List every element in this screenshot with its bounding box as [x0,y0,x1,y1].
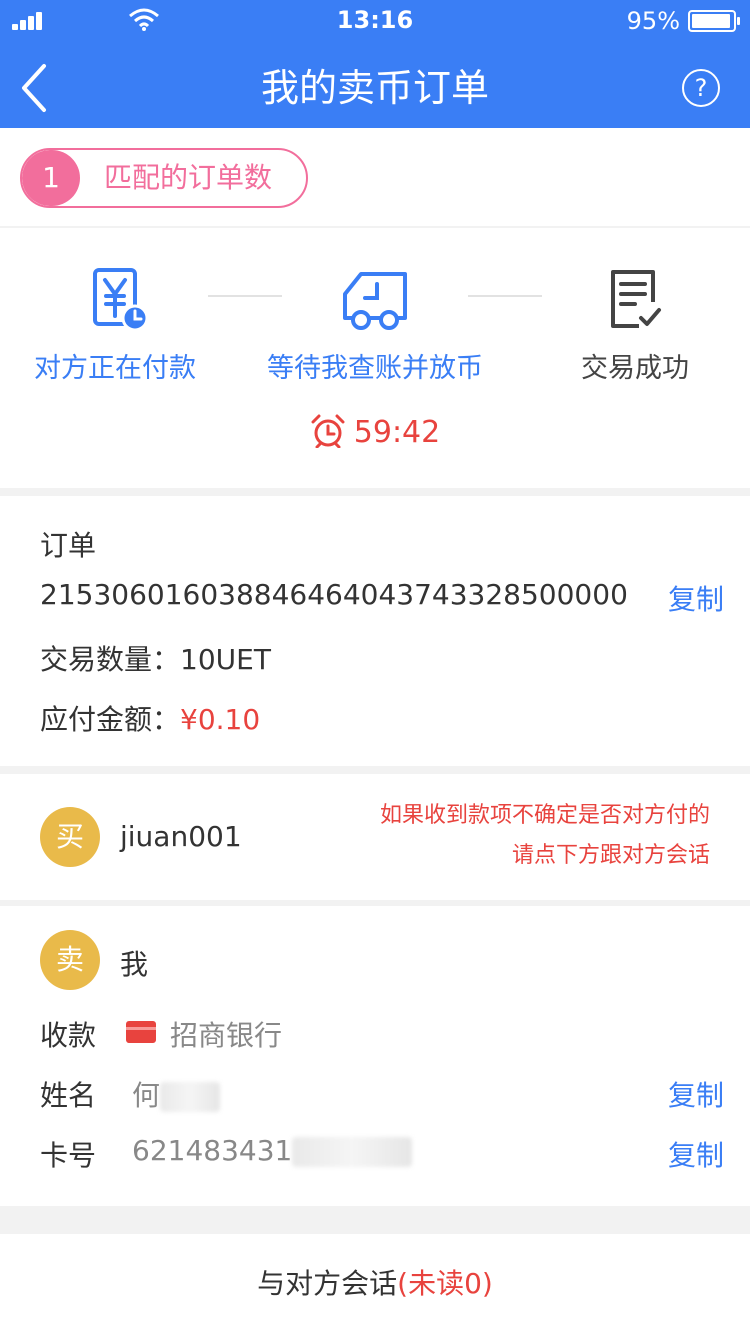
card-number: 621483431 [132,1134,413,1167]
payment-method-label: 收款 [40,1019,97,1052]
payable-amount: 应付金额：¥0.10 [40,698,260,738]
seller-avatar: 卖 [40,930,100,990]
payable-amount-label: 应付金额： [40,703,181,736]
matched-orders-pill[interactable]: 1 匹配的订单数 [20,148,308,208]
payable-amount-value: ¥0.10 [180,703,261,736]
seller-name: 我 [120,948,149,981]
document-check-icon [611,270,661,328]
order-info: 订单 215306016038846464043743328500000 复制 … [0,496,750,766]
notice-line: 请点下方跟对方会话 [511,843,710,868]
redacted-text [160,1082,221,1112]
unread-count: (未读0) [397,1267,493,1300]
countdown-timer: 59:42 [0,414,750,450]
buyer-section: 买 jiuan001 如果收到款项不确定是否对方付的 请点下方跟对方会话 [0,774,750,900]
bank-card-icon [126,1021,156,1043]
trade-quantity-label: 交易数量： [40,643,181,676]
chat-label: 与对方会话 [257,1267,398,1300]
copy-card-number-button[interactable]: 复制 [668,1134,724,1174]
redacted-text [292,1137,413,1167]
battery-level [692,14,730,28]
matched-orders-label: 匹配的订单数 [104,161,273,194]
status-bar: 13:16 95% [0,0,750,40]
trade-quantity: 交易数量：10UET [40,638,271,678]
copy-order-number-button[interactable]: 复制 [668,578,724,618]
step-label: 等待我查账并放币 [267,353,483,384]
alarm-clock-icon [311,414,345,449]
copy-name-button[interactable]: 复制 [668,1074,724,1114]
header: 13:16 95% 我的卖币订单 ? [0,0,750,128]
chat-with-counterparty-button[interactable]: 与对方会话(未读0) [0,1234,750,1334]
seller-section: 卖 我 收款 招商银行 姓名 何 复制 卡号 621483431 复制 [0,906,750,1206]
matched-orders-count: 1 [22,150,80,206]
page-title: 我的卖币订单 [260,66,489,110]
trade-quantity-value: 10UET [180,643,271,676]
buyer-name: jiuan001 [120,820,242,853]
account-name-value: 何 [132,1079,161,1112]
battery-icon [688,10,740,32]
bank-name: 招商银行 [170,1019,283,1052]
payment-notice: 如果收到款项不确定是否对方付的 请点下方跟对方会话 [380,796,710,876]
order-number: 215306016038846464043743328500000 [40,578,628,611]
account-name: 何 [132,1074,221,1114]
countdown-value: 59:42 [353,415,441,450]
step-label: 交易成功 [581,353,689,384]
order-label: 订单 [40,529,97,562]
battery-percent: 95% [626,7,680,35]
card-number-value: 621483431 [132,1134,293,1167]
step-connector [208,295,282,297]
buyer-avatar: 买 [40,807,100,867]
help-button[interactable]: ? [682,69,720,107]
step-connector [468,295,542,297]
progress-steps: 对方正在付款 等待我查账并放币 交易成功 59:42 [0,228,750,488]
notice-line: 如果收到款项不确定是否对方付的 [379,803,710,828]
card-number-label: 卡号 [40,1139,97,1172]
truck-clock-icon [343,272,407,330]
account-name-label: 姓名 [40,1079,97,1112]
step-label: 对方正在付款 [34,353,196,384]
yuan-payment-icon [93,268,149,332]
match-section: 1 匹配的订单数 [0,128,750,226]
